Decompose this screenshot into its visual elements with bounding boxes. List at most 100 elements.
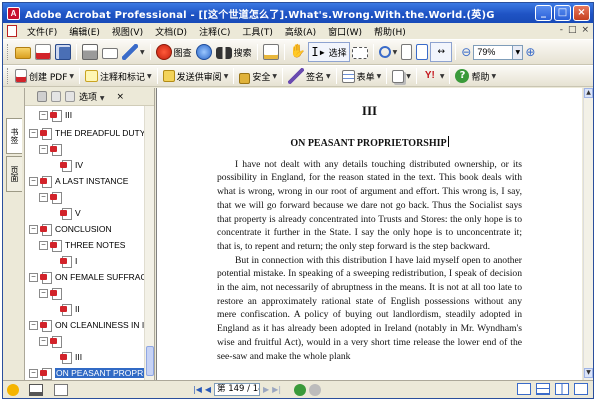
read-mode-button[interactable] [261,42,281,62]
facing-icon[interactable] [555,383,569,395]
email-button[interactable] [100,42,120,62]
fit-width-button[interactable]: ↔ [430,42,453,62]
minimize-button[interactable]: _ [535,5,552,21]
menu-help[interactable]: 帮助(H) [368,25,412,38]
menu-view[interactable]: 视图(V) [106,25,149,38]
open-button[interactable] [13,42,33,62]
continuous-icon[interactable] [536,383,550,395]
new-bookmark-icon[interactable] [51,91,61,102]
collapse-toggle[interactable]: − [29,128,38,138]
menu-advanced[interactable]: 高级(A) [279,25,322,38]
browser-button[interactable] [194,42,214,62]
document-view[interactable]: III ON PEASANT PROPRIETORSHIP I have not… [156,88,582,380]
continuous-facing-icon[interactable] [574,383,588,395]
print-button[interactable] [80,42,100,62]
doc-close-button[interactable]: × [581,25,589,35]
toolbar-grip[interactable] [7,44,10,60]
bookmark-item[interactable]: V [49,206,81,220]
scroll-up-button[interactable]: ▲ [584,88,593,98]
expand-bookmark-icon[interactable] [65,91,75,102]
bookmark-item[interactable]: − THREE NOTES [39,238,125,252]
zoom-out-button[interactable]: ⊖ [459,42,473,62]
pictures-button[interactable]: 图查 [154,42,194,62]
page-thumbnail-icon[interactable] [29,383,43,396]
collapse-toggle[interactable]: − [29,320,38,330]
collapse-toggle[interactable]: − [29,224,38,234]
go-back-icon[interactable] [294,383,307,396]
bookmark-item[interactable]: IV [49,158,83,172]
zoom-dropdown[interactable]: ▼ [513,44,524,60]
menu-file[interactable]: 文件(F) [21,25,63,38]
bookmark-item[interactable]: − [39,286,65,300]
actual-size-button[interactable] [399,42,414,62]
close-panel-icon[interactable]: × [117,92,125,102]
hand-tool-button[interactable]: ✋ [288,42,308,62]
sun-icon[interactable] [7,383,19,396]
tab-bookmarks[interactable]: 书签 [6,118,22,154]
bookmarks-scroll-thumb[interactable] [146,346,154,376]
help-button[interactable]: ? 帮助 ▼ [453,66,498,86]
create-pdf-button[interactable] [33,42,53,62]
next-page-button[interactable]: ▶ [263,385,269,394]
page-layout-icon[interactable] [54,383,68,396]
doc-minimize-button[interactable]: - [560,25,563,35]
select-tool-button[interactable]: I▸ 选择 [307,42,350,62]
page-number-input[interactable]: 第 149 / 149 页 [214,383,261,396]
close-button[interactable]: × [573,5,590,21]
zoom-input[interactable]: 79% [473,44,514,60]
forms-button[interactable]: 表单 ▼ [340,66,384,86]
bookmark-item[interactable]: − ON CLEANLINESS IN I [29,318,144,332]
bookmark-item[interactable]: − ON PEASANT PROPRI [29,366,145,380]
zoom-tool-button[interactable]: ▼ [377,42,400,62]
bookmark-item[interactable]: III [49,350,82,364]
menu-edit[interactable]: 编辑(E) [63,25,106,38]
yahoo-button[interactable]: Y! ▼ [420,66,447,86]
bookmark-item[interactable]: − [39,334,65,348]
prev-page-button[interactable]: ◀ [205,385,211,394]
comment-markup-button[interactable]: 注释和标记 ▼ [83,66,154,86]
sign-task-button[interactable]: 签名 ▼ [286,66,333,86]
scroll-down-button[interactable]: ▼ [584,368,593,378]
snapshot-button[interactable] [350,42,370,62]
bookmark-item[interactable]: − ON FEMALE SUFFRAC [29,270,145,284]
fit-page-button[interactable] [414,42,430,62]
bookmark-options-button[interactable]: 选项 ▼ [79,90,105,103]
acrobat-app-icon[interactable]: A [7,6,20,20]
bookmark-item[interactable]: − [39,190,65,204]
collapse-toggle[interactable]: − [39,240,48,250]
send-review-button[interactable]: 发送供审阅 ▼ [161,66,231,86]
document-scrollbar[interactable]: ▲ ▼ [583,88,593,380]
title-bar[interactable]: A Adobe Acrobat Professional - [[这个世道怎么了… [3,3,593,23]
sign-button[interactable]: ▼ [120,42,147,62]
first-page-button[interactable]: |◀ [193,385,202,394]
secure-button[interactable]: 安全 ▼ [237,66,279,86]
doc-restore-button[interactable]: □ [568,25,577,35]
bookmark-item[interactable]: − III [39,108,72,122]
bookmarks-scrollbar[interactable] [144,106,154,380]
menu-tools[interactable]: 工具(T) [236,25,279,38]
zoom-in-button[interactable]: ⊕ [523,42,537,62]
pages-task-button[interactable]: ▼ [390,66,413,86]
bookmark-item[interactable]: I [49,254,77,268]
single-page-icon[interactable] [517,383,531,395]
bookmark-item[interactable]: II [49,302,80,316]
menu-comments[interactable]: 注释(C) [193,25,236,38]
tab-pages[interactable]: 页面 [6,156,22,192]
collapse-toggle[interactable]: − [39,336,48,346]
collapse-toggle[interactable]: − [29,272,38,282]
create-pdf-task-button[interactable]: 创建 PDF ▼ [13,66,76,86]
bookmark-item[interactable]: − THE DREADFUL DUTY [29,126,145,140]
collapse-toggle[interactable]: − [29,176,38,186]
menu-document[interactable]: 文档(D) [149,25,193,38]
collapse-toggle[interactable]: − [39,288,48,298]
toolbar-grip[interactable] [7,68,10,84]
bookmark-item[interactable]: − [39,142,65,156]
search-button[interactable]: 搜索 [214,42,254,62]
last-page-button[interactable]: ▶| [272,385,281,394]
collapse-toggle[interactable]: − [29,368,38,378]
bookmark-item[interactable]: − A LAST INSTANCE [29,174,128,188]
save-button[interactable] [53,42,73,62]
bookmark-item[interactable]: − CONCLUSION [29,222,112,236]
collapse-toggle[interactable]: − [39,110,48,120]
collapse-toggle[interactable]: − [39,144,48,154]
